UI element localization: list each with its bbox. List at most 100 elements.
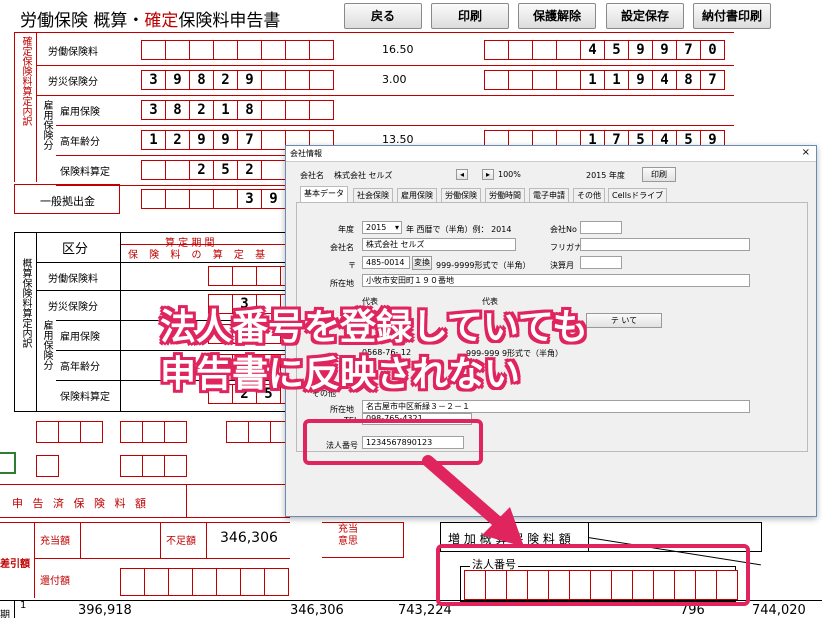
kakutei-basis-digit: 9 <box>189 130 214 150</box>
furigana-label: フリガナ <box>550 243 582 252</box>
nendo-select[interactable]: 2015 ▾ <box>362 221 402 234</box>
tab-3[interactable]: 雇用保険 <box>397 188 437 202</box>
gaisan-side-label: 概算保険料算定内訳 <box>20 258 31 348</box>
kakutei-amount-cell <box>484 70 509 90</box>
dialog-print-button[interactable]: 印刷 <box>642 167 676 182</box>
kakutei-row-label: 保険料算定 <box>60 167 110 178</box>
title-part2: 確定 <box>144 11 179 31</box>
general-cell <box>165 189 190 209</box>
address-field[interactable]: 小牧市安田町１９０番地 <box>362 274 750 287</box>
gaisan-row-label: 保険料算定 <box>60 392 110 403</box>
address2-field[interactable]: 名古屋市中区新緑３－２－１ <box>362 400 750 413</box>
name-label: 会社名 <box>330 243 354 252</box>
kakutei-basis-digit: 9 <box>213 130 238 150</box>
kakutei-basis-digit: 8 <box>165 100 190 120</box>
kakutei-amount-cell <box>484 40 509 60</box>
zip-field[interactable]: 485-0014 <box>362 256 410 269</box>
gaisan-col-divider <box>120 232 121 412</box>
kakutei-basis-cell <box>285 40 310 60</box>
detail-button[interactable]: テ いて <box>586 313 662 328</box>
kakutei-label-divider <box>36 32 37 182</box>
tab-5[interactable]: 労働時間 <box>485 188 525 202</box>
unprotect-button[interactable]: 保護解除 <box>518 3 596 29</box>
kakutei-basis-digit: 2 <box>165 130 190 150</box>
zip-label: 〒 <box>348 261 356 270</box>
kakutei-left-border <box>14 32 15 182</box>
address-label: 所在地 <box>330 279 354 288</box>
misc-e-cell <box>142 455 165 477</box>
save-settings-button[interactable]: 設定保存 <box>606 3 684 29</box>
back-button[interactable]: 戻る <box>344 3 422 29</box>
balance-mid-line <box>34 558 290 559</box>
kakutei-amount-cell <box>532 40 557 60</box>
refund-cell <box>216 568 241 596</box>
kakutei-basis-cell <box>261 40 286 60</box>
tab-7[interactable]: その他 <box>573 188 605 202</box>
zip-hint: 999-9999形式で（半角） <box>436 261 531 270</box>
basis-header: 保 険 料 の 算 定 基 <box>128 250 270 261</box>
refund-cell <box>240 568 265 596</box>
row-index: 1 <box>20 600 27 611</box>
tab-6[interactable]: 電子申請 <box>529 188 569 202</box>
totals-divider <box>14 600 15 618</box>
print-button[interactable]: 印刷 <box>431 3 509 29</box>
tab-8[interactable]: Cellsドライブ <box>608 188 668 202</box>
kakutei-basis-digit: 5 <box>213 160 238 180</box>
form-corp-number-highlight <box>436 544 750 606</box>
kakutei-basis-digit: 8 <box>237 100 262 120</box>
closing-month-field[interactable] <box>580 256 622 269</box>
kakutei-basis-cell <box>141 160 166 180</box>
misc-e-cell <box>164 455 187 477</box>
company-no-field[interactable] <box>580 221 622 234</box>
kakutei-amount-digit: 9 <box>652 40 677 60</box>
kakutei-row-label: 高年齢分 <box>60 137 100 148</box>
misc-b-cell <box>142 421 165 443</box>
balance-divider-3 <box>160 522 161 558</box>
year-display: 2015 年度 <box>586 171 625 180</box>
convert-button[interactable]: 変換 <box>412 256 432 270</box>
green-marker <box>0 452 16 474</box>
close-icon[interactable]: × <box>802 147 810 158</box>
balance-divider-2 <box>80 522 81 558</box>
kakutei-basis-cell <box>165 160 190 180</box>
shortfall-label: 不足額 <box>166 536 196 547</box>
tab-4[interactable]: 労働保険 <box>441 188 481 202</box>
kakutei-row-line <box>56 125 734 126</box>
tab-1[interactable]: 基本データ <box>300 186 348 202</box>
difference-label: 差引額 <box>0 559 30 570</box>
kakutei-frame <box>14 32 734 33</box>
refund-cell <box>120 568 145 596</box>
shortfall-value: 346,306 <box>220 530 278 546</box>
furigana-field[interactable] <box>580 238 750 251</box>
kakutei-sub-label: 雇用保険分 <box>41 100 52 150</box>
refund-cell <box>168 568 193 596</box>
gaisan-basis-cell <box>232 266 257 286</box>
title-part3: 保険料申告書 <box>178 11 281 31</box>
scroll-left-icon[interactable]: ◂ <box>456 169 468 180</box>
scroll-right-icon[interactable]: ▸ <box>482 169 494 180</box>
kakutei-amount-digit: 7 <box>700 70 725 90</box>
kakutei-amount-cell <box>508 70 533 90</box>
dialog-company-name: 株式会社 セルズ <box>334 171 393 180</box>
refund-label: 還付額 <box>40 576 70 587</box>
misc-c-cell <box>226 421 249 443</box>
kakutei-basis-digit: 3 <box>141 70 166 90</box>
kakutei-basis-cell <box>261 100 286 120</box>
annotation-line-2: 申告書に反映されない <box>160 354 521 395</box>
kakutei-row-label: 雇用保険 <box>60 107 100 118</box>
kakutei-amount-digit: 4 <box>652 70 677 90</box>
total-value-5: 744,020 <box>752 603 806 618</box>
kakutei-basis-digit: 7 <box>237 130 262 150</box>
kakutei-basis-cell <box>261 160 286 180</box>
tab-2[interactable]: 社会保険 <box>353 188 393 202</box>
payslip-print-button[interactable]: 納付書印刷 <box>693 3 771 29</box>
form-title: 労働保険 概算・確定保険料申告書 <box>20 6 280 31</box>
kakutei-basis-cell <box>285 70 310 90</box>
gaisan-label-divider <box>36 232 37 412</box>
kakutei-basis-cell <box>189 40 214 60</box>
kakutei-basis-digit: 2 <box>189 160 214 180</box>
gaisan-basis-cell <box>208 266 233 286</box>
kakutei-basis-digit: 1 <box>141 130 166 150</box>
kakutei-side-label: 確定保険料算定内訳 <box>20 36 31 126</box>
company-name-field[interactable]: 株式会社 セルズ <box>362 238 516 251</box>
